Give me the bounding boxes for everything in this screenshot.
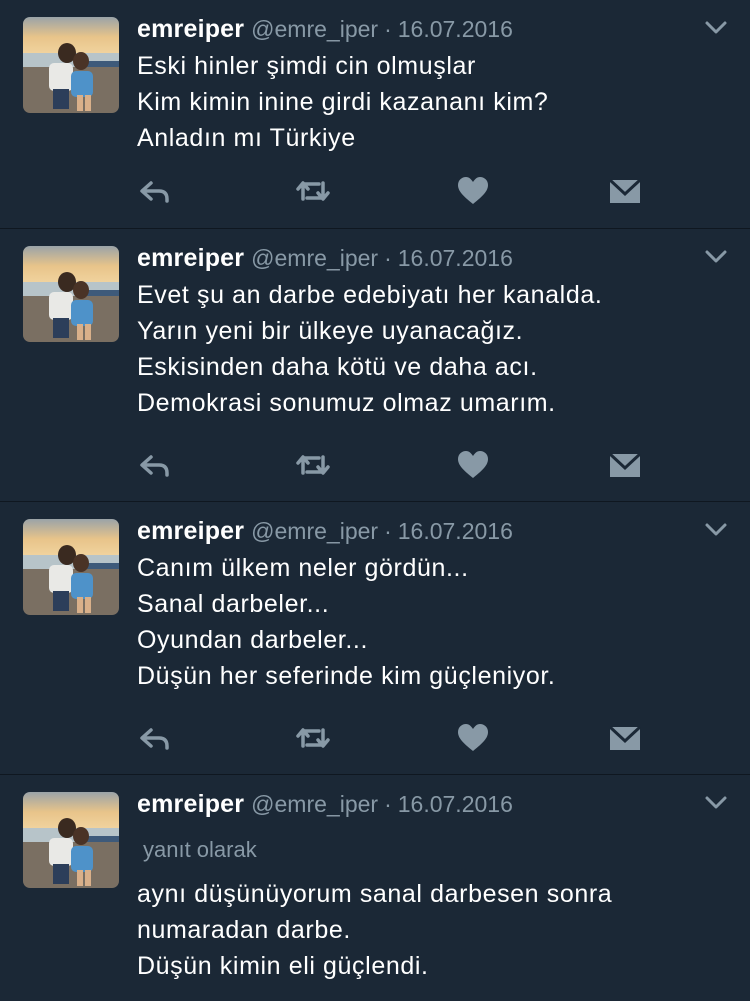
reply-icon[interactable] — [137, 722, 173, 754]
tweet-text: Eski hinler şimdi cin olmuşlar Kim kimin… — [137, 48, 720, 156]
chevron-down-icon[interactable] — [704, 20, 728, 36]
avatar[interactable] — [23, 17, 119, 113]
avatar[interactable] — [23, 792, 119, 888]
user-handle[interactable]: @emre_iper — [251, 16, 378, 42]
tweet-text-line: Düşün kimin eli güçlendi. — [137, 952, 429, 980]
heart-icon[interactable] — [455, 722, 491, 754]
retweet-icon[interactable] — [295, 722, 331, 754]
tweet-header: emreiper @emre_iper · 16.07.2016 — [137, 516, 690, 546]
user-handle[interactable]: @emre_iper — [251, 518, 378, 544]
tweet-header: emreiper @emre_iper · 16.07.2016 — [137, 789, 690, 819]
tweet-text-line: Düşün her seferinde kim güçleniyor. — [137, 662, 556, 690]
tweet-text-line: aynı düşünüyorum sanal darbesen sonra — [137, 880, 613, 908]
chevron-down-icon[interactable] — [704, 249, 728, 265]
chevron-down-icon[interactable] — [704, 522, 728, 538]
tweet-actions — [137, 175, 657, 207]
separator: · — [384, 791, 392, 817]
tweet-date[interactable]: 16.07.2016 — [398, 791, 513, 817]
avatar[interactable] — [23, 246, 119, 342]
tweet-text-line: numaradan darbe. — [137, 916, 351, 944]
tweet-header: emreiper @emre_iper · 16.07.2016 — [137, 243, 690, 273]
tweet-header: emreiper @emre_iper · 16.07.2016 — [137, 14, 690, 44]
separator: · — [384, 518, 392, 544]
display-name[interactable]: emreiper — [137, 244, 244, 272]
tweet-date[interactable]: 16.07.2016 — [398, 518, 513, 544]
chevron-down-icon[interactable] — [704, 795, 728, 811]
user-handle[interactable]: @emre_iper — [251, 791, 378, 817]
tweet[interactable]: emreiper @emre_iper · 16.07.2016 Evet şu a… — [0, 229, 750, 502]
reply-icon[interactable] — [137, 175, 173, 207]
tweet-text-line: Oyundan darbeler... — [137, 626, 368, 654]
direct-message-icon[interactable] — [607, 449, 643, 481]
display-name[interactable]: emreiper — [137, 790, 244, 818]
user-handle[interactable]: @emre_iper — [251, 245, 378, 271]
retweet-icon[interactable] — [295, 175, 331, 207]
tweet-date[interactable]: 16.07.2016 — [398, 16, 513, 42]
display-name[interactable]: emreiper — [137, 517, 244, 545]
reply-icon[interactable] — [137, 449, 173, 481]
heart-icon[interactable] — [455, 175, 491, 207]
tweet-text-line: Evet şu an darbe edebiyatı her kanalda. — [137, 281, 603, 309]
tweet-text-line: Eski hinler şimdi cin olmuşlar — [137, 52, 476, 80]
tweet-text-line: Demokrasi sonumuz olmaz umarım. — [137, 389, 556, 417]
tweet-actions — [137, 449, 657, 481]
separator: · — [384, 245, 392, 271]
tweet[interactable]: emreiper @emre_iper · 16.07.2016 Canım ülk… — [0, 502, 750, 775]
tweet-actions — [137, 722, 657, 754]
tweet-date[interactable]: 16.07.2016 — [398, 245, 513, 271]
tweet[interactable]: emreiper @emre_iper · 16.07.2016 Eski hinl… — [0, 0, 750, 229]
timeline: emreiper @emre_iper · 16.07.2016 Eski hinl… — [0, 0, 750, 1001]
avatar[interactable] — [23, 519, 119, 615]
tweet[interactable]: emreiper @emre_iper · 16.07.2016 yanıt ola… — [0, 775, 750, 1001]
tweet-text: Canım ülkem neler gördün... Sanal darbel… — [137, 550, 720, 694]
direct-message-icon[interactable] — [607, 722, 643, 754]
tweet-text: Evet şu an darbe edebiyatı her kanalda. … — [137, 277, 720, 421]
retweet-icon[interactable] — [295, 449, 331, 481]
tweet-text-line: Eskisinden daha kötü ve daha acı. — [137, 353, 538, 381]
heart-icon[interactable] — [455, 449, 491, 481]
display-name[interactable]: emreiper — [137, 15, 244, 43]
tweet-text-line: Yarın yeni bir ülkeye uyanacağız. — [137, 317, 524, 345]
reply-context[interactable]: yanıt olarak — [143, 837, 257, 863]
tweet-text-line: Canım ülkem neler gördün... — [137, 554, 469, 582]
tweet-text-line: Anladın mı Türkiye — [137, 124, 356, 152]
tweet-text-line: Kim kimin inine girdi kazananı kim? — [137, 88, 549, 116]
tweet-text: aynı düşünüyorum sanal darbesen sonra nu… — [137, 876, 720, 984]
tweet-text-line: Sanal darbeler... — [137, 590, 330, 618]
direct-message-icon[interactable] — [607, 175, 643, 207]
separator: · — [384, 16, 392, 42]
